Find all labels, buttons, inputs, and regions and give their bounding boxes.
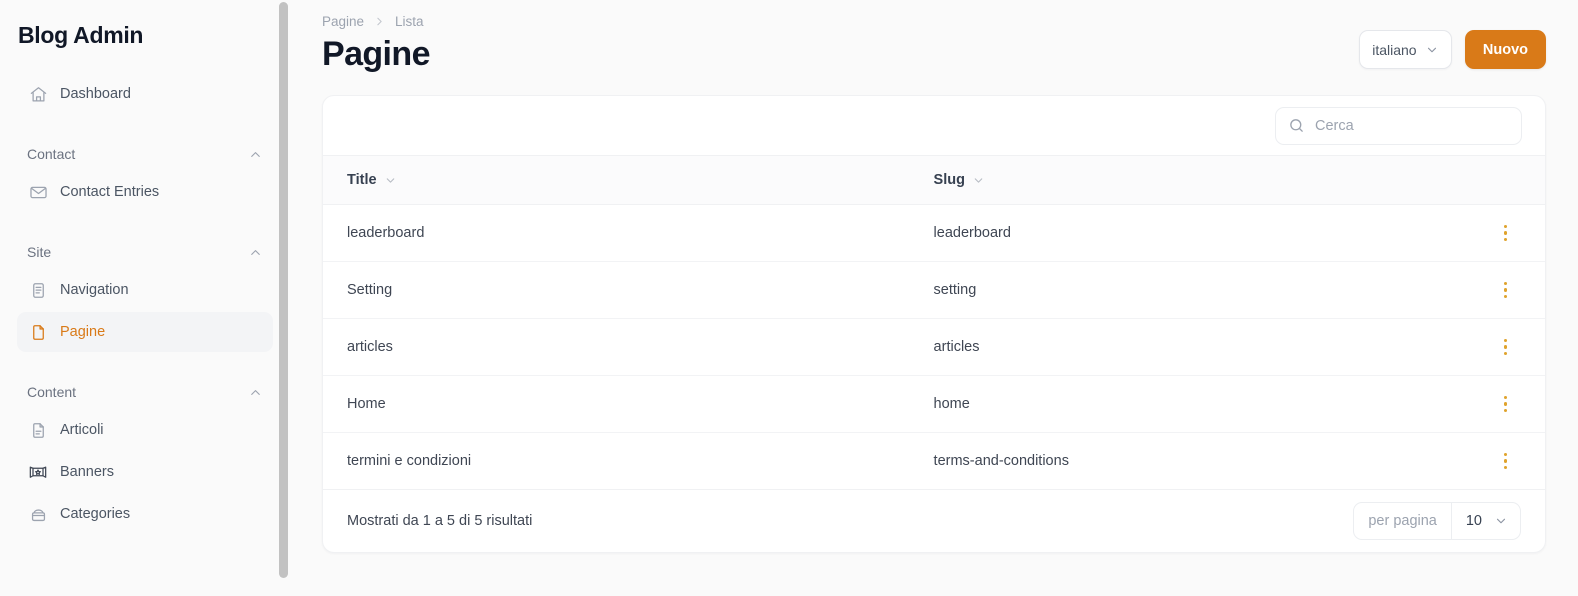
sidebar-item-label: Navigation <box>60 282 129 298</box>
sidebar-item-navigation[interactable]: Navigation <box>17 270 273 310</box>
more-vertical-icon[interactable] <box>1498 449 1514 474</box>
results-summary: Mostrati da 1 a 5 di 5 risultati <box>347 513 533 529</box>
sidebar-item-label: Articoli <box>60 422 104 438</box>
sidebar-group-label: Site <box>27 244 52 260</box>
chevron-down-icon <box>972 174 985 187</box>
per-page-selector[interactable]: per pagina 10 <box>1353 502 1521 540</box>
sidebar-group-contact[interactable]: Contact <box>17 136 273 172</box>
cell-slug: terms-and-conditions <box>909 432 1448 490</box>
more-vertical-icon[interactable] <box>1498 335 1514 360</box>
column-header-actions <box>1447 155 1545 205</box>
clipboard-icon <box>27 279 49 301</box>
table-toolbar <box>323 96 1545 155</box>
page-header-left: Pagine Lista Pagine <box>322 14 1359 74</box>
cell-actions <box>1447 318 1545 376</box>
cell-slug: home <box>909 375 1448 433</box>
cell-title: Setting <box>323 261 910 319</box>
sidebar-scrollbar[interactable] <box>276 0 290 596</box>
article-icon <box>27 419 49 441</box>
table-footer: Mostrati da 1 a 5 di 5 risultati per pag… <box>323 490 1545 552</box>
sidebar: Blog Admin Dashboard Contact Contact Ent… <box>0 0 290 596</box>
per-page-label: per pagina <box>1368 513 1437 529</box>
app-brand: Blog Admin <box>18 22 144 48</box>
chevron-down-icon <box>384 174 397 187</box>
banner-icon <box>27 461 49 483</box>
breadcrumb: Pagine Lista <box>322 14 1359 29</box>
table-row[interactable]: termini e condizioni terms-and-condition… <box>323 432 1545 490</box>
sidebar-item-label: Categories <box>60 506 131 522</box>
sidebar-group-label: Content <box>27 384 77 400</box>
home-icon <box>27 83 49 105</box>
sidebar-item-label: Contact Entries <box>60 184 160 200</box>
chevron-down-icon <box>1494 514 1508 528</box>
page-header: Pagine Lista Pagine italiano Nuovo <box>322 0 1546 74</box>
page-header-actions: italiano Nuovo <box>1358 14 1546 69</box>
more-vertical-icon[interactable] <box>1498 278 1514 303</box>
language-selector[interactable]: italiano <box>1358 30 1452 69</box>
sidebar-item-pagine[interactable]: Pagine <box>17 312 273 352</box>
sidebar-content: Blog Admin Dashboard Contact Contact Ent… <box>0 0 290 534</box>
main-content: Pagine Lista Pagine italiano Nuovo Cerca… <box>290 0 1578 596</box>
cell-actions <box>1447 204 1545 262</box>
table-header-row: Title Slug <box>323 155 1545 205</box>
cell-actions <box>1447 261 1545 319</box>
pages-table-card: Title Slug <box>322 95 1546 553</box>
sidebar-item-label: Banners <box>60 464 115 480</box>
chevron-right-icon <box>373 15 386 28</box>
more-vertical-icon[interactable] <box>1498 392 1514 417</box>
cell-title: termini e condizioni <box>323 432 910 490</box>
search-icon <box>1288 117 1305 134</box>
new-button[interactable]: Nuovo <box>1464 30 1546 69</box>
sidebar-group-label: Contact <box>27 146 76 162</box>
breadcrumb-item-pagine[interactable]: Pagine <box>322 14 364 29</box>
sidebar-item-categories[interactable]: Categories <box>17 494 273 534</box>
more-vertical-icon[interactable] <box>1498 221 1514 246</box>
table-row[interactable]: leaderboard leaderboard <box>323 204 1545 262</box>
sidebar-item-dashboard[interactable]: Dashboard <box>17 74 273 114</box>
column-header-label: Slug <box>933 172 965 188</box>
cell-title: Home <box>323 375 910 433</box>
table-row[interactable]: Home home <box>323 375 1545 433</box>
per-page-value-dropdown[interactable]: 10 <box>1450 503 1520 539</box>
sidebar-item-label: Dashboard <box>60 86 131 102</box>
sidebar-item-label: Pagine <box>60 324 106 340</box>
pages-table: Title Slug leaderboard leaderboard Setti… <box>323 155 1545 490</box>
breadcrumb-item-lista[interactable]: Lista <box>395 14 424 29</box>
chevron-up-icon <box>248 245 263 260</box>
sidebar-item-contact-entries[interactable]: Contact Entries <box>17 172 273 212</box>
chevron-down-icon <box>1425 43 1439 57</box>
sidebar-group-site[interactable]: Site <box>17 234 273 270</box>
box-icon <box>27 503 49 525</box>
document-icon <box>27 321 49 343</box>
cell-actions <box>1447 432 1545 490</box>
search-field[interactable] <box>1275 106 1522 145</box>
chevron-up-icon <box>248 385 263 400</box>
cell-slug: leaderboard <box>909 204 1448 262</box>
column-header-title[interactable]: Title <box>323 155 910 205</box>
sidebar-scrollbar-thumb[interactable] <box>279 2 288 578</box>
per-page-value: 10 <box>1465 513 1482 529</box>
cell-actions <box>1447 375 1545 433</box>
search-input[interactable] <box>1315 117 1509 134</box>
sidebar-item-banners[interactable]: Banners <box>17 452 273 492</box>
sidebar-group-content[interactable]: Content <box>17 374 273 410</box>
cell-title: articles <box>323 318 910 376</box>
admin-app: Blog Admin Dashboard Contact Contact Ent… <box>0 0 1578 596</box>
chevron-up-icon <box>248 147 263 162</box>
language-selector-value: italiano <box>1372 41 1417 58</box>
envelope-icon <box>27 181 49 203</box>
cell-title: leaderboard <box>323 204 910 262</box>
table-body: leaderboard leaderboard Setting setting <box>323 204 1545 490</box>
page-title: Pagine <box>322 35 430 73</box>
column-header-slug[interactable]: Slug <box>909 155 1448 205</box>
table-head: Title Slug <box>323 155 1545 205</box>
table-row[interactable]: articles articles <box>323 318 1545 376</box>
sidebar-item-articoli[interactable]: Articoli <box>17 410 273 450</box>
cell-slug: setting <box>909 261 1448 319</box>
column-header-label: Title <box>347 172 377 188</box>
cell-slug: articles <box>909 318 1448 376</box>
table-row[interactable]: Setting setting <box>323 261 1545 319</box>
